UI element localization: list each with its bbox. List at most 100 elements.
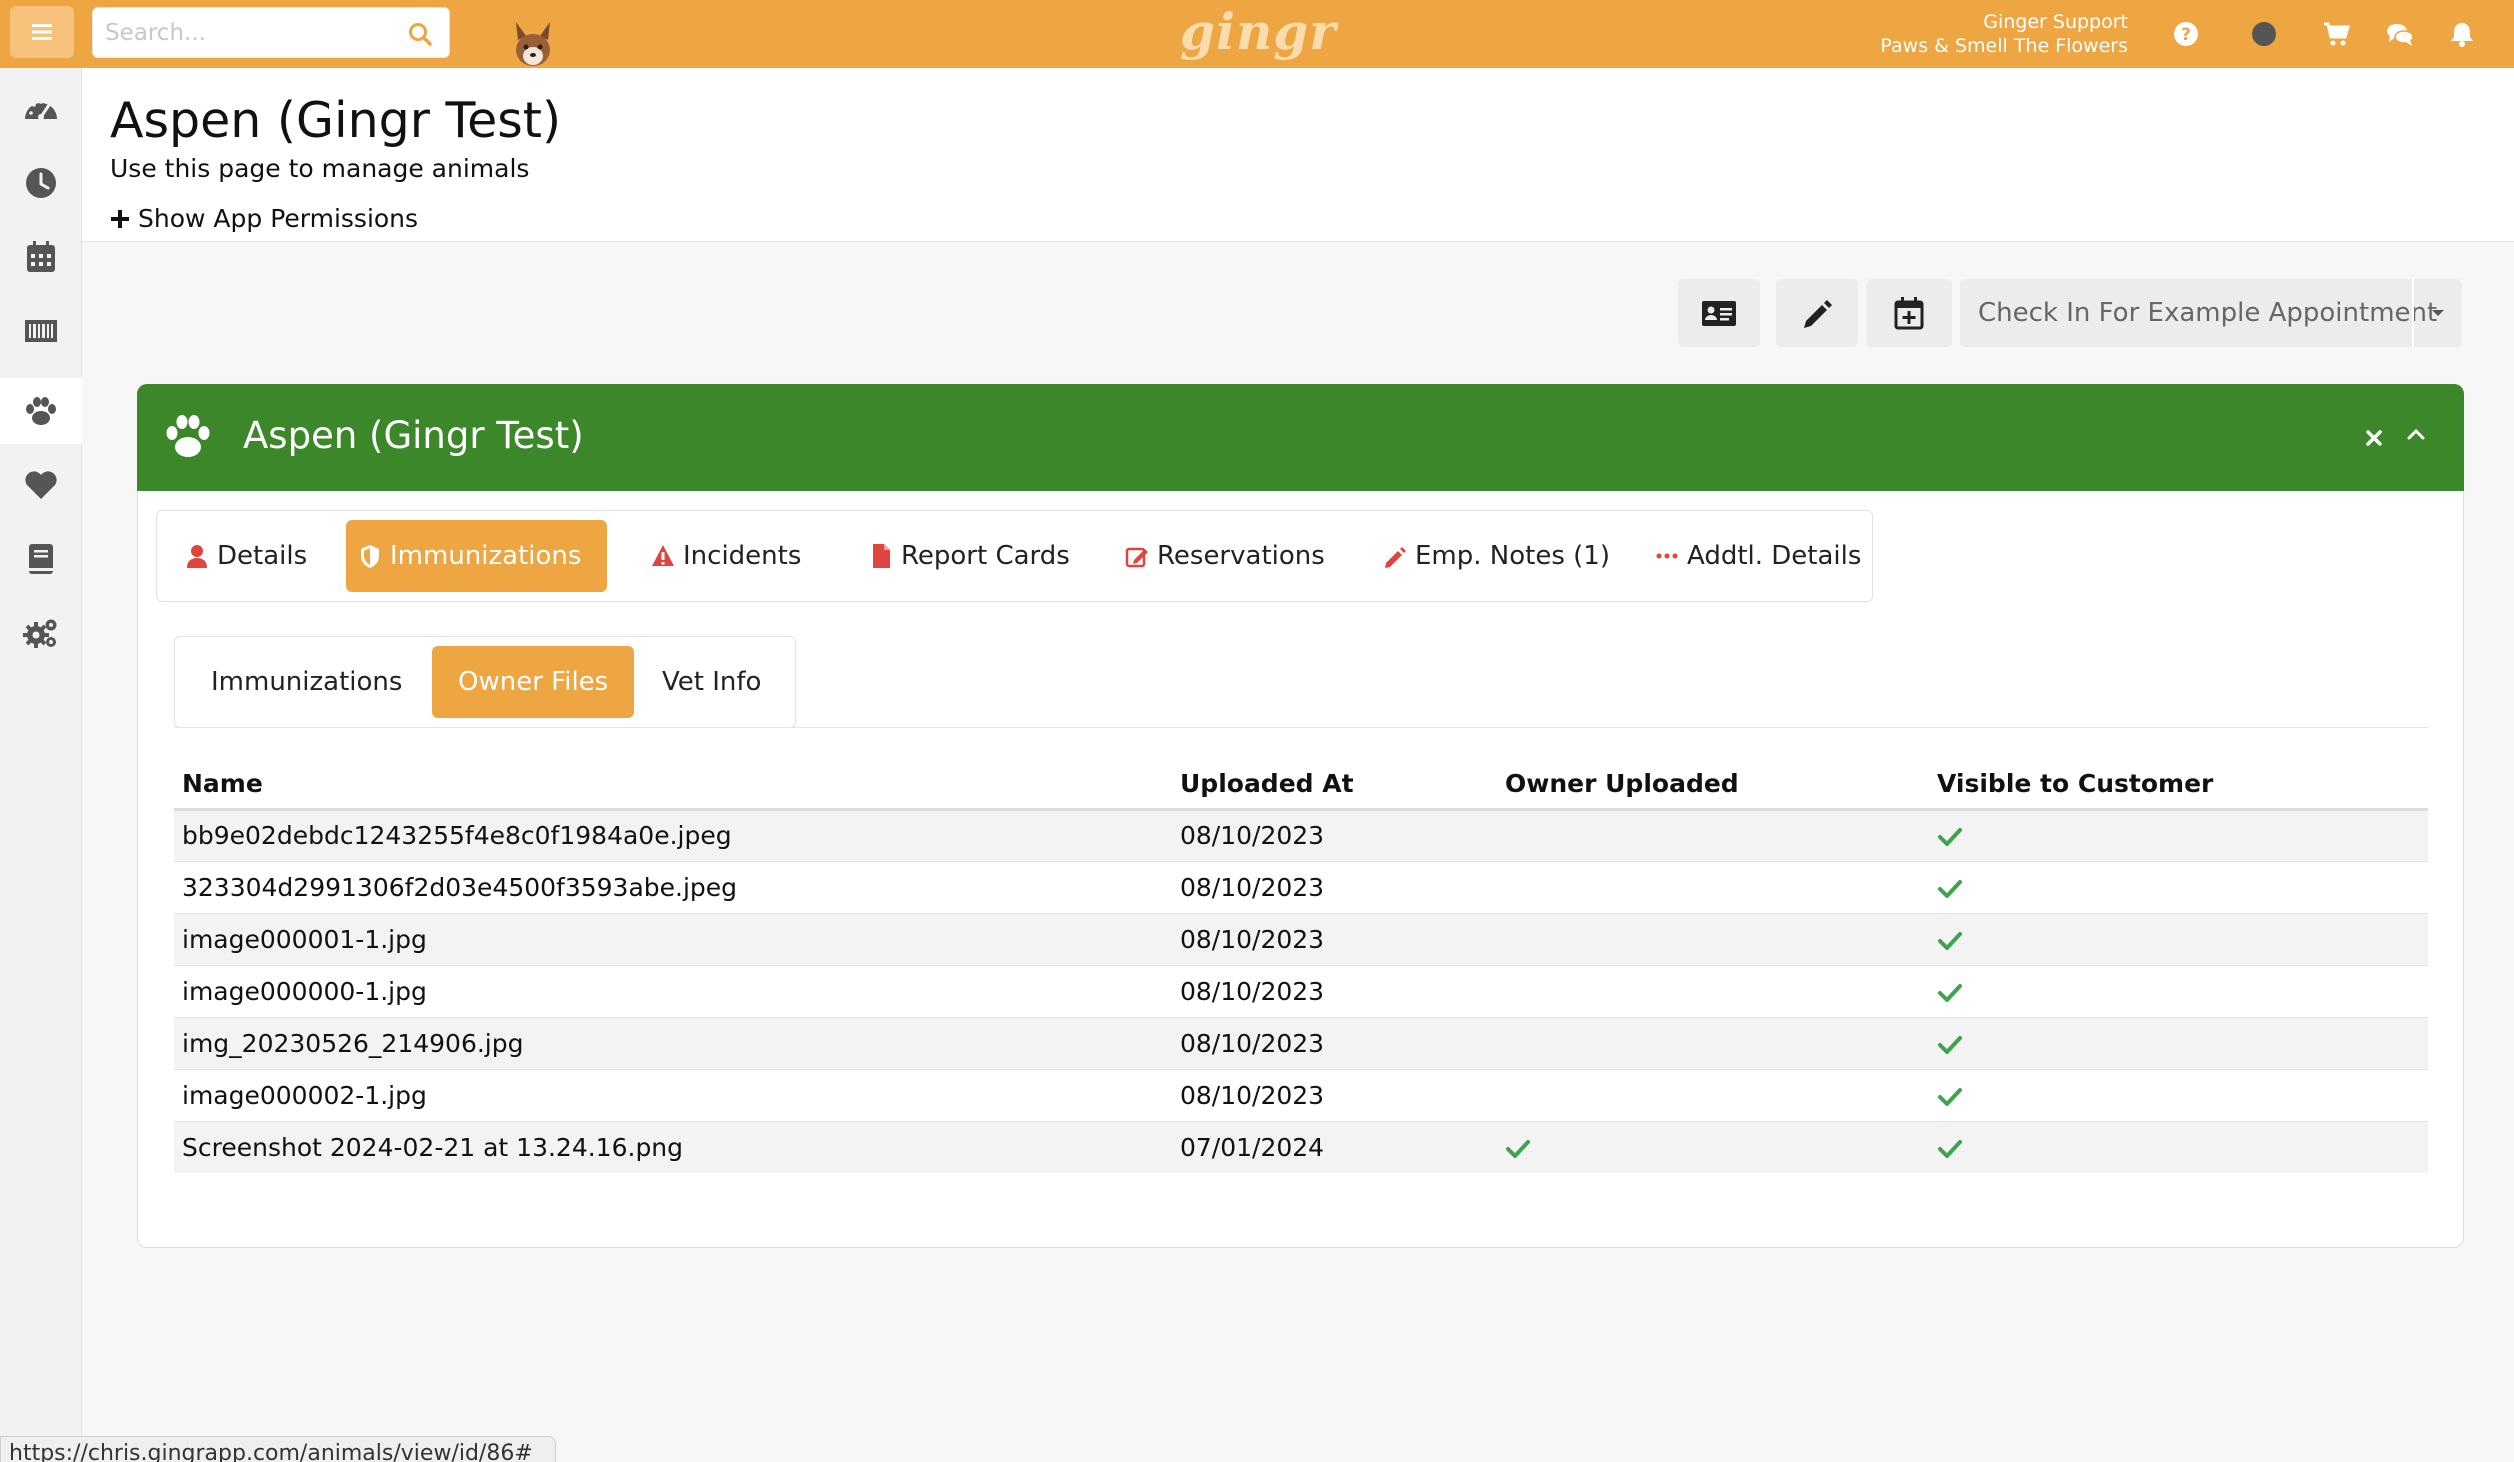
tab-immunizations[interactable]: Immunizations	[346, 520, 607, 592]
tab-label: Immunizations	[390, 541, 582, 571]
notifications-button[interactable]	[2446, 18, 2478, 50]
checkin-button[interactable]: Check In For Example Appointment	[1978, 279, 2437, 347]
id-card-icon	[1702, 301, 1736, 326]
sidebar-item-animals[interactable]	[0, 378, 82, 444]
file-name-cell[interactable]: 323304d2991306f2d03e4500f3593abe.jpeg	[174, 860, 1172, 913]
tab-report-cards[interactable]: Report Cards	[857, 520, 1082, 592]
sidebar-item-favorites[interactable]	[0, 452, 82, 518]
table-row[interactable]: image000000-1.jpg 08/10/2023	[174, 964, 2428, 1017]
table-row[interactable]: 323304d2991306f2d03e4500f3593abe.jpeg 08/…	[174, 860, 2428, 913]
column-header-uploaded-at[interactable]: Uploaded At	[1172, 759, 1497, 811]
owner-uploaded-cell	[1497, 1120, 1929, 1173]
sidebar-item-reports[interactable]	[0, 526, 82, 592]
tab-label: Details	[217, 541, 308, 571]
subtab-vet-info[interactable]: Vet Info	[636, 646, 787, 718]
file-name-cell[interactable]: img_20230526_214906.jpg	[174, 1016, 1172, 1069]
table-header-row: Name Uploaded At Owner Uploaded Visible …	[174, 759, 2428, 811]
heart-icon	[25, 471, 57, 499]
tab-details[interactable]: Details	[173, 520, 319, 592]
file-name-cell[interactable]: bb9e02debdc1243255f4e8c0f1984a0e.jpeg	[174, 808, 1172, 861]
subtab-immunizations[interactable]: Immunizations	[185, 646, 428, 718]
animal-panel: Aspen (Gingr Test) Details Immunizations…	[137, 384, 2464, 1248]
table-row[interactable]: img_20230526_214906.jpg 08/10/2023	[174, 1016, 2428, 1069]
show-permissions-label: Show App Permissions	[138, 204, 419, 233]
sub-tabs: Immunizations Owner Files Vet Info	[174, 636, 796, 728]
calendar-icon	[27, 241, 55, 272]
edit-icon	[1125, 547, 1148, 568]
gears-icon	[23, 619, 57, 648]
check-icon	[1938, 983, 1962, 1002]
tab-emp-notes[interactable]: Emp. Notes (1)	[1371, 520, 1622, 592]
user-icon	[187, 545, 207, 568]
owner-uploaded-cell	[1497, 1016, 1929, 1069]
ellipsis-icon	[1656, 553, 1678, 559]
table-row[interactable]: Screenshot 2024-02-21 at 13.24.16.png 07/…	[174, 1120, 2428, 1173]
sidebar-item-calendar[interactable]	[0, 224, 82, 290]
uploaded-at-cell: 08/10/2023	[1172, 912, 1497, 965]
uploaded-at-cell: 08/10/2023	[1172, 860, 1497, 913]
sidebar-item-dashboard[interactable]	[0, 76, 82, 142]
close-icon	[2366, 430, 2382, 446]
uploaded-at-cell: 08/10/2023	[1172, 1016, 1497, 1069]
sidebar-item-barcode[interactable]	[0, 298, 82, 364]
status-indicator[interactable]	[2248, 18, 2280, 50]
cart-button[interactable]	[2320, 18, 2352, 50]
tab-label: Emp. Notes (1)	[1415, 541, 1610, 571]
sidebar	[0, 68, 82, 1462]
paw-icon	[166, 415, 210, 457]
table-row[interactable]: image000002-1.jpg 08/10/2023	[174, 1068, 2428, 1121]
pencil-icon	[1804, 300, 1832, 328]
uploaded-at-cell: 08/10/2023	[1172, 964, 1497, 1017]
column-header-owner-uploaded[interactable]: Owner Uploaded	[1497, 759, 1929, 811]
visible-cell	[1929, 964, 2428, 1017]
divider	[174, 727, 2428, 728]
chat-icon	[2387, 24, 2414, 46]
check-icon	[1506, 1139, 1530, 1158]
fox-mascot-icon	[516, 22, 550, 66]
chat-button[interactable]	[2384, 18, 2416, 50]
svg-text:?: ?	[2181, 25, 2191, 45]
cart-icon	[2324, 22, 2350, 46]
search-icon[interactable]	[407, 21, 433, 47]
table-row[interactable]: bb9e02debdc1243255f4e8c0f1984a0e.jpeg 08/…	[174, 808, 2428, 861]
column-header-name[interactable]: Name	[174, 759, 1172, 811]
status-bar-url: https://chris.gingrapp.com/animals/view/…	[0, 1436, 556, 1462]
paw-icon	[26, 397, 56, 425]
sidebar-item-settings[interactable]	[0, 600, 82, 666]
owner-uploaded-cell	[1497, 964, 1929, 1017]
check-icon	[1938, 879, 1962, 898]
file-name-cell[interactable]: image000001-1.jpg	[174, 912, 1172, 965]
barcode-icon	[25, 320, 57, 342]
owner-uploaded-cell	[1497, 808, 1929, 861]
table-body: bb9e02debdc1243255f4e8c0f1984a0e.jpeg 08/…	[174, 808, 2428, 1173]
column-header-visible[interactable]: Visible to Customer	[1929, 759, 2428, 811]
check-icon	[1938, 1087, 1962, 1106]
close-panel-button[interactable]	[2364, 422, 2384, 455]
table-row[interactable]: image000001-1.jpg 08/10/2023	[174, 912, 2428, 965]
file-name-cell[interactable]: image000000-1.jpg	[174, 964, 1172, 1017]
sidebar-item-clock[interactable]	[0, 150, 82, 216]
hamburger-menu-button[interactable]	[10, 6, 74, 58]
panel-header: Aspen (Gingr Test)	[137, 384, 2464, 491]
subtab-owner-files[interactable]: Owner Files	[432, 646, 635, 718]
chevron-up-icon[interactable]	[2404, 424, 2428, 444]
show-permissions-link[interactable]: Show App Permissions	[110, 204, 418, 233]
main-tabs: Details Immunizations Incidents Report C…	[156, 510, 1873, 602]
speedometer-icon	[25, 100, 57, 120]
id-card-button[interactable]	[1678, 279, 1760, 347]
pencil-icon	[1385, 547, 1406, 568]
check-icon	[1938, 1035, 1962, 1054]
file-name-cell[interactable]: Screenshot 2024-02-21 at 13.24.16.png	[174, 1120, 1172, 1173]
tab-label: Reservations	[1157, 541, 1325, 571]
tab-addtl-details[interactable]: Addtl. Details	[1643, 520, 1873, 592]
add-appointment-button[interactable]	[1866, 279, 1952, 347]
tab-incidents[interactable]: Incidents	[639, 520, 813, 592]
checkin-caret-button[interactable]	[2412, 279, 2462, 347]
search-input[interactable]	[93, 8, 373, 57]
edit-button[interactable]	[1776, 279, 1858, 347]
file-name-cell[interactable]: image000002-1.jpg	[174, 1068, 1172, 1121]
checkin-dropdown: Check In For Example Appointment	[1960, 279, 2462, 347]
help-button[interactable]: ?	[2170, 18, 2202, 50]
user-info[interactable]: Ginger Support Paws & Smell The Flowers	[1880, 10, 2128, 58]
tab-reservations[interactable]: Reservations	[1113, 520, 1337, 592]
